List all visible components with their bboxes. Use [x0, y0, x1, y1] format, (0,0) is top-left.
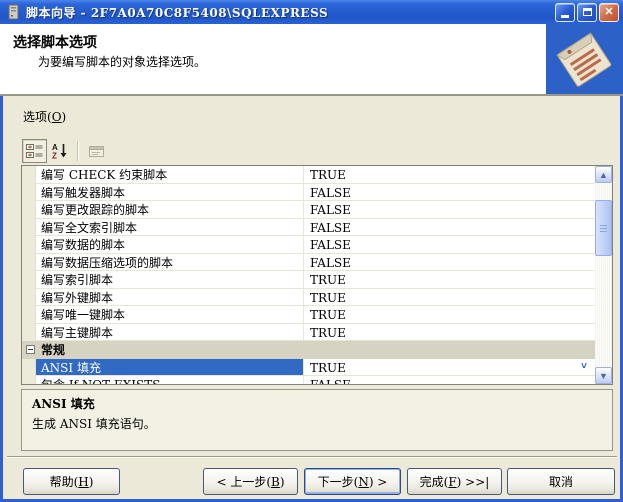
categorized-icon	[26, 143, 43, 159]
grid-row-margin	[22, 359, 36, 377]
grid-row[interactable]: 编写数据压缩选项的脚本FALSE	[22, 254, 595, 272]
back-button[interactable]: < 上一步(B)	[203, 468, 298, 495]
grid-row-value[interactable]: TRUE˅	[303, 359, 595, 377]
categorized-button[interactable]	[22, 139, 47, 163]
property-grid-rows: 编写 CHECK 约束脚本TRUE编写触发器脚本FALSE编写更改跟踪的脚本FA…	[22, 166, 595, 384]
grid-row-margin	[22, 254, 36, 272]
grid-row[interactable]: 编写全文索引脚本FALSE	[22, 219, 595, 237]
grid-row-value[interactable]: TRUE	[303, 166, 595, 184]
grid-row-label[interactable]: 编写主键脚本	[36, 324, 303, 342]
grid-row-margin	[22, 271, 36, 289]
grid-row-value[interactable]: FALSE	[303, 184, 595, 202]
scrollbar-down-button[interactable]: ▼	[595, 367, 612, 384]
grid-row-label[interactable]: 编写全文索引脚本	[36, 219, 303, 237]
property-grid[interactable]: 编写 CHECK 约束脚本TRUE编写触发器脚本FALSE编写更改跟踪的脚本FA…	[21, 165, 613, 385]
scrollbar-thumb[interactable]	[595, 200, 612, 256]
minimize-icon	[561, 15, 569, 18]
grid-row-value[interactable]: TRUE	[303, 306, 595, 324]
window-title: 脚本向导 - 2F7A0A70C8F5408\SQLEXPRESS	[26, 4, 551, 21]
maximize-button[interactable]	[577, 3, 597, 22]
property-grid-toolbar: A Z	[22, 138, 109, 164]
grid-row-margin	[22, 166, 36, 184]
grid-row[interactable]: 编写 CHECK 约束脚本TRUE	[22, 166, 595, 184]
grid-row-margin	[22, 289, 36, 307]
property-pages-button	[84, 139, 109, 163]
vertical-scrollbar[interactable]: ▲ ▼	[595, 166, 612, 384]
grid-row-value[interactable]: FALSE	[303, 236, 595, 254]
titlebar: 脚本向导 - 2F7A0A70C8F5408\SQLEXPRESS ✕	[0, 0, 623, 24]
maximize-icon	[583, 8, 592, 16]
grid-row[interactable]: 编写索引脚本TRUE	[22, 271, 595, 289]
grid-row[interactable]: ANSI 填充TRUE˅	[22, 359, 595, 377]
toolbar-separator	[77, 141, 79, 161]
grid-row-margin	[22, 306, 36, 324]
grid-row[interactable]: 编写唯一键脚本TRUE	[22, 306, 595, 324]
grid-row-label[interactable]: 编写更改跟踪的脚本	[36, 201, 303, 219]
grid-row-margin	[22, 201, 36, 219]
close-icon: ✕	[604, 7, 613, 18]
app-icon	[6, 4, 22, 20]
grid-row-value[interactable]: FALSE	[303, 254, 595, 272]
close-button[interactable]: ✕	[599, 3, 619, 22]
cancel-button[interactable]: 取消	[507, 468, 615, 495]
bottom-separator	[7, 456, 617, 458]
grid-row-label[interactable]: 编写数据的脚本	[36, 236, 303, 254]
grid-row-value[interactable]: TRUE	[303, 289, 595, 307]
grid-row-margin	[22, 376, 36, 384]
grid-row-margin	[22, 219, 36, 237]
next-button[interactable]: 下一步(N) >	[304, 468, 401, 495]
grid-row-margin	[22, 324, 36, 342]
grid-row-margin	[22, 184, 36, 202]
grid-row[interactable]: 包含 If NOT EXISTSFALSE	[22, 376, 595, 384]
alphabetical-sort-button[interactable]: A Z	[47, 139, 72, 163]
scrollbar-up-button[interactable]: ▲	[595, 166, 612, 183]
scroll-watermark-image	[546, 24, 623, 94]
grid-row[interactable]: 编写更改跟踪的脚本FALSE	[22, 201, 595, 219]
property-pages-icon	[88, 144, 105, 159]
grid-category-row[interactable]: 常规	[22, 341, 595, 359]
page-subtitle: 为要编写脚本的对象选择选项。	[38, 53, 206, 70]
grid-row[interactable]: 编写数据的脚本FALSE	[22, 236, 595, 254]
grid-row-label[interactable]: 编写索引脚本	[36, 271, 303, 289]
finish-button[interactable]: 完成(F) >>|	[407, 468, 502, 495]
grid-row[interactable]: 编写主键脚本TRUE	[22, 324, 595, 342]
description-text: 生成 ANSI 填充语句。	[32, 415, 602, 432]
options-label: 选项(O)	[23, 108, 66, 125]
wizard-header: 选择脚本选项 为要编写脚本的对象选择选项。	[0, 24, 623, 96]
grid-row-margin	[22, 236, 36, 254]
svg-text:Z: Z	[52, 152, 57, 160]
grid-row-label[interactable]: 编写唯一键脚本	[36, 306, 303, 324]
grid-row[interactable]: 编写外键脚本TRUE	[22, 289, 595, 307]
chevron-down-icon[interactable]: ˅	[575, 360, 593, 375]
grid-row-label[interactable]: 包含 If NOT EXISTS	[36, 376, 303, 384]
grid-row[interactable]: 编写触发器脚本FALSE	[22, 184, 595, 202]
alphabetical-sort-icon: A Z	[52, 143, 68, 159]
script-wizard-window: 脚本向导 - 2F7A0A70C8F5408\SQLEXPRESS ✕ 选择脚本…	[0, 0, 623, 502]
grid-row-label[interactable]: 编写外键脚本	[36, 289, 303, 307]
description-panel: ANSI 填充 生成 ANSI 填充语句。	[21, 389, 613, 451]
grid-row-label[interactable]: 编写 CHECK 约束脚本	[36, 166, 303, 184]
grid-row-value[interactable]: FALSE	[303, 219, 595, 237]
help-button[interactable]: 帮助(H)	[23, 468, 120, 495]
grid-row-label[interactable]: ANSI 填充	[36, 359, 303, 377]
minimize-button[interactable]	[555, 3, 575, 22]
description-title: ANSI 填充	[32, 395, 602, 412]
collapse-icon[interactable]	[26, 345, 35, 354]
grid-row-value[interactable]: FALSE	[303, 201, 595, 219]
grid-row-value[interactable]: TRUE	[303, 271, 595, 289]
grid-row-label[interactable]: 编写触发器脚本	[36, 184, 303, 202]
grid-row-value[interactable]: FALSE	[303, 376, 595, 384]
grid-row-label[interactable]: 编写数据压缩选项的脚本	[36, 254, 303, 272]
page-title: 选择脚本选项	[13, 32, 97, 52]
grid-row-value[interactable]: TRUE	[303, 324, 595, 342]
grid-category-label: 常规	[35, 341, 65, 359]
